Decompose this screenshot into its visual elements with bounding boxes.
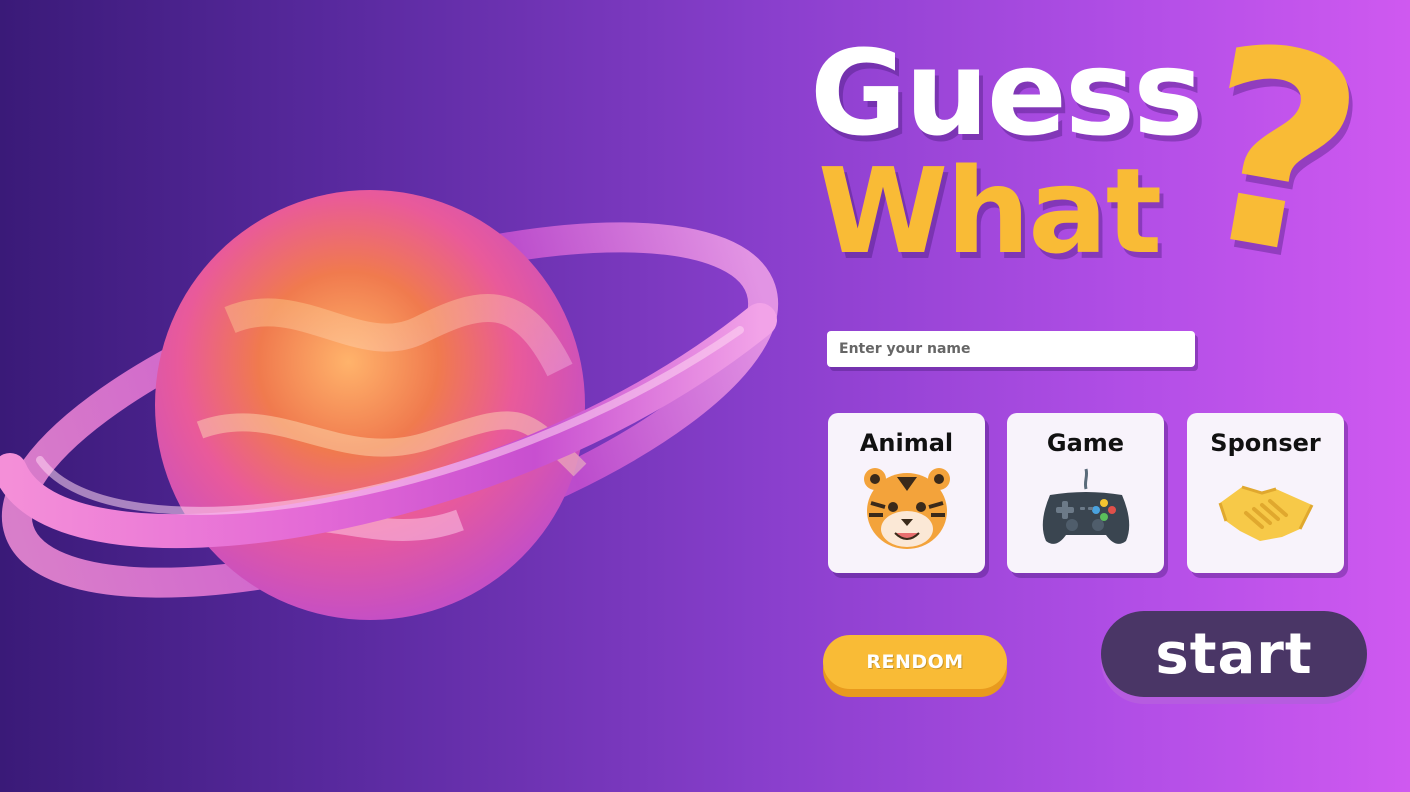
title-guess: Guess [810, 24, 1203, 162]
tiger-face-icon [863, 468, 950, 549]
category-label-sponser: Sponser [1210, 429, 1321, 457]
start-button[interactable]: start [1101, 611, 1367, 697]
category-card-animal[interactable]: Animal [828, 413, 985, 573]
category-label-animal: Animal [859, 429, 954, 457]
category-card-sponser[interactable]: Sponser [1187, 413, 1344, 573]
title-what: What [818, 142, 1162, 280]
category-label-game: Game [1046, 429, 1125, 457]
name-input[interactable] [827, 331, 1195, 367]
handshake-icon [1218, 485, 1313, 541]
random-button[interactable]: RENDOM [823, 635, 1007, 689]
category-card-game[interactable]: Game [1007, 413, 1164, 573]
planet-illustration [0, 170, 800, 670]
question-mark: ? [1173, 0, 1383, 322]
planet-icon [0, 190, 779, 620]
game-controller-icon [1042, 468, 1129, 544]
